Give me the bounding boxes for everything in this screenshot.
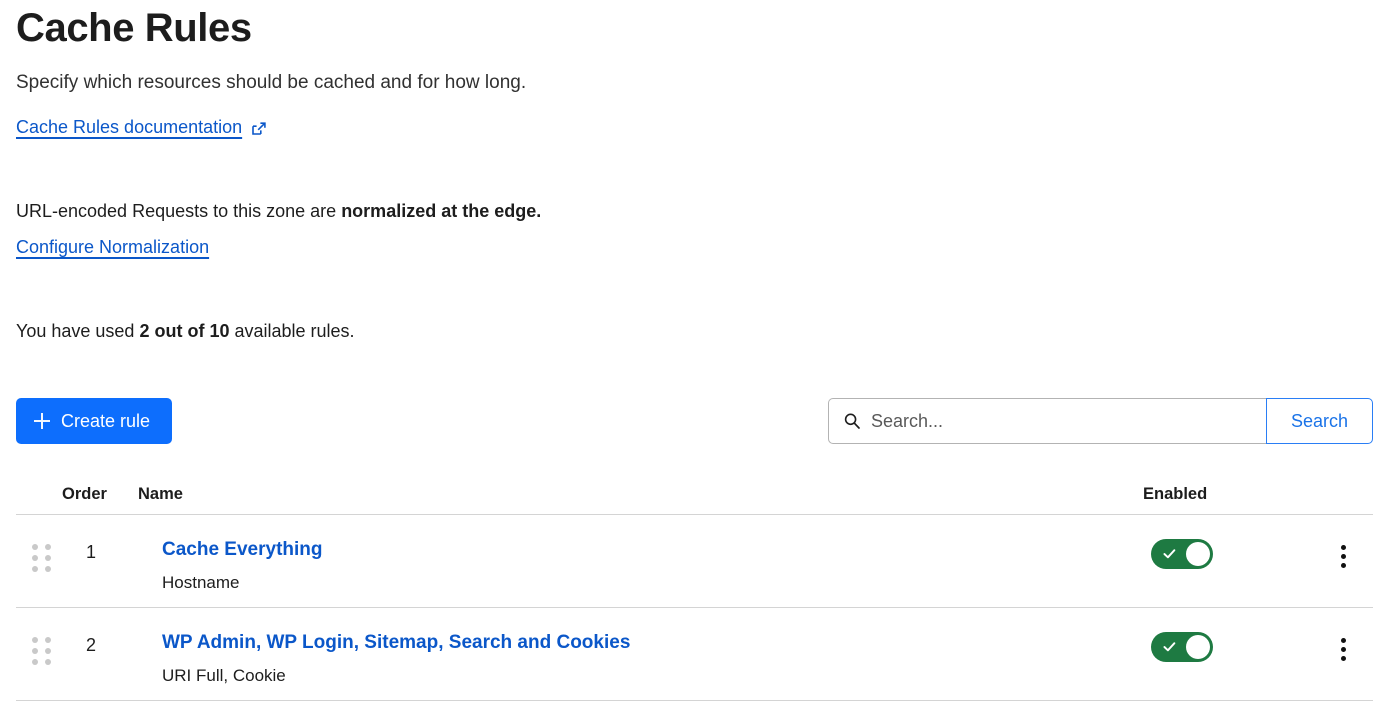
toggle-knob [1186, 635, 1210, 659]
drag-handle-icon[interactable] [32, 637, 78, 665]
drag-handle-icon[interactable] [32, 544, 78, 572]
column-header-name: Name [138, 484, 183, 503]
rule-menu-cell [1313, 630, 1373, 665]
search-input[interactable] [871, 410, 1252, 432]
configure-normalization-link[interactable]: Configure Normalization [16, 237, 209, 257]
table-row: 2 WP Admin, WP Login, Sitemap, Search an… [16, 608, 1373, 700]
page-subtitle: Specify which resources should be cached… [16, 72, 527, 93]
rule-enabled-toggle[interactable] [1151, 539, 1213, 569]
column-header-enabled: Enabled [1143, 484, 1208, 503]
table-divider-bottom [16, 700, 1373, 701]
kebab-menu-icon[interactable] [1335, 541, 1352, 572]
normalization-text-bold: normalized at the edge. [341, 201, 542, 221]
search-button[interactable]: Search [1266, 398, 1373, 444]
rules-table: Order Name Enabled 1 Cache Everything Ho… [16, 478, 1373, 701]
create-rule-button[interactable]: Create rule [16, 398, 173, 444]
create-rule-label: Create rule [61, 410, 151, 431]
configure-normalization-wrapper: Configure Normalization [16, 235, 209, 260]
cache-rules-documentation-link[interactable]: Cache Rules documentation [16, 115, 242, 140]
rule-name-link[interactable]: WP Admin, WP Login, Sitemap, Search and … [162, 630, 630, 656]
rule-menu-cell [1313, 537, 1373, 572]
column-header-order: Order [62, 484, 107, 503]
search-group: Search [828, 398, 1373, 444]
rule-name-cell: WP Admin, WP Login, Sitemap, Search and … [154, 630, 1143, 688]
cache-rules-page: Cache Rules Specify which resources shou… [0, 0, 1388, 705]
rule-matcher-summary: Hostname [162, 573, 240, 592]
toggle-knob [1186, 542, 1210, 566]
page-title: Cache Rules [16, 6, 252, 50]
check-icon [1162, 546, 1177, 561]
rule-name-link[interactable]: Cache Everything [162, 537, 323, 563]
normalization-text-prefix: URL-encoded Requests to this zone are [16, 201, 342, 221]
search-field[interactable] [828, 398, 1266, 444]
usage-count: 2 out of 10 [139, 321, 230, 341]
documentation-link-wrapper: Cache Rules documentation [16, 115, 267, 140]
rule-enabled-cell [1143, 537, 1313, 569]
rule-order: 2 [86, 635, 97, 655]
rule-matcher-summary: URI Full, Cookie [162, 666, 286, 685]
usage-prefix: You have used [16, 321, 140, 341]
usage-suffix: available rules. [229, 321, 355, 341]
rule-enabled-toggle[interactable] [1151, 632, 1213, 662]
external-link-icon [251, 121, 267, 137]
rules-usage-text: You have used 2 out of 10 available rule… [16, 319, 355, 344]
normalization-status-text: URL-encoded Requests to this zone are no… [16, 199, 541, 224]
check-icon [1162, 639, 1177, 654]
plus-icon [34, 413, 50, 429]
rule-order: 1 [86, 542, 97, 562]
rule-enabled-cell [1143, 630, 1313, 662]
kebab-menu-icon[interactable] [1335, 634, 1352, 665]
rule-name-cell: Cache Everything Hostname [154, 537, 1143, 595]
table-header-row: Order Name Enabled [16, 478, 1373, 514]
search-icon [843, 412, 861, 430]
table-row: 1 Cache Everything Hostname [16, 515, 1373, 607]
